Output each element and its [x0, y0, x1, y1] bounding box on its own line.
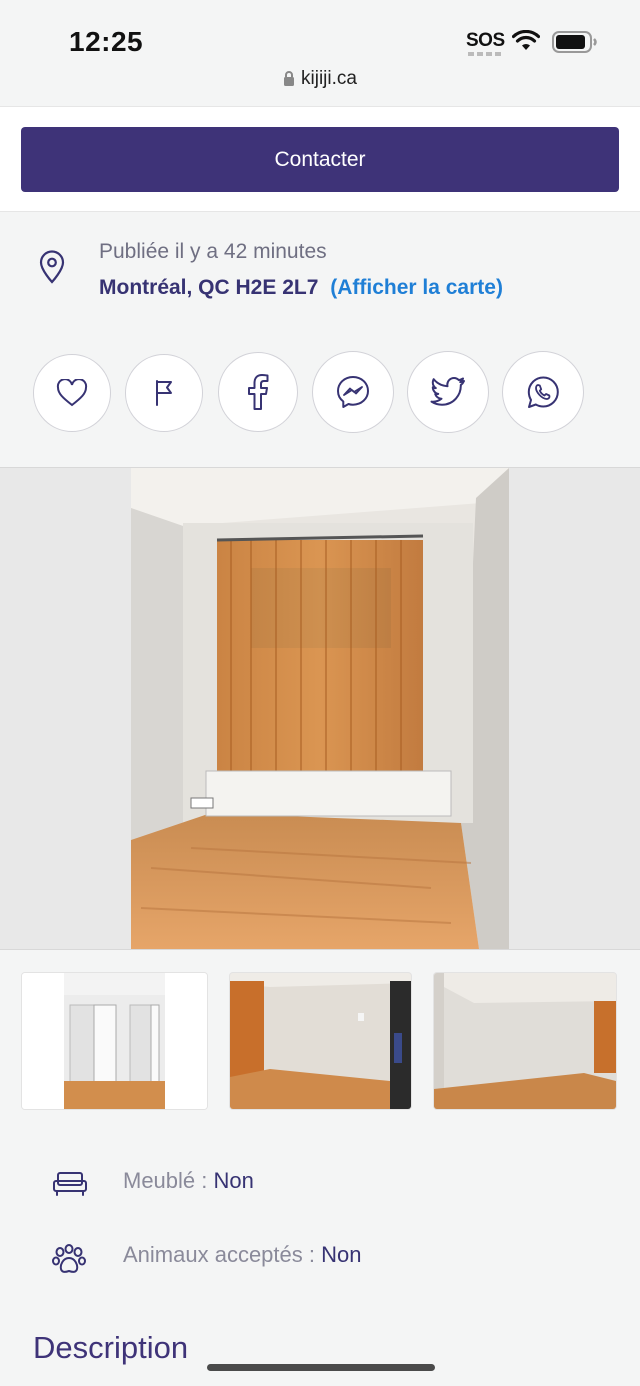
battery-icon	[552, 31, 597, 53]
furnished-value: Non	[213, 1168, 254, 1193]
listing-location: Publiée il y a 42 minutes Montréal, QC H…	[0, 236, 640, 316]
facebook-icon	[248, 374, 269, 410]
main-photo[interactable]	[0, 467, 640, 950]
attribute-furnished: Meublé : Non	[0, 1164, 640, 1204]
favorite-button[interactable]	[33, 354, 111, 432]
description-heading: Description	[33, 1330, 189, 1365]
report-button[interactable]	[125, 354, 203, 432]
pets-text: Animaux acceptés : Non	[123, 1242, 361, 1268]
attribute-pets: Animaux acceptés : Non	[0, 1238, 640, 1278]
room-image	[131, 468, 509, 949]
whatsapp-icon	[527, 376, 559, 408]
contact-card: Contacter	[0, 106, 640, 212]
thumbnail-image-closet	[22, 973, 207, 1109]
paw-icon	[52, 1244, 86, 1273]
contact-button[interactable]: Contacter	[21, 127, 619, 192]
address-bar[interactable]: kijiji.ca	[0, 68, 640, 90]
thumbnail-1[interactable]	[22, 973, 207, 1109]
url-text: kijiji.ca	[301, 68, 357, 89]
share-whatsapp-button[interactable]	[502, 351, 584, 433]
share-twitter-button[interactable]	[407, 351, 489, 433]
room-photo	[131, 468, 509, 949]
wifi-icon	[512, 30, 540, 50]
location-pin-icon	[39, 250, 65, 284]
thumbnail-image-room	[434, 973, 616, 1109]
messenger-icon	[337, 376, 369, 408]
thumbnail-3[interactable]	[434, 973, 616, 1109]
heart-icon	[56, 379, 88, 407]
address-line: Montréal, QC H2E 2L7 (Afficher la carte)	[99, 276, 503, 300]
furnished-text: Meublé : Non	[123, 1168, 254, 1194]
sofa-icon	[53, 1172, 87, 1196]
share-actions	[0, 351, 640, 434]
lock-icon	[284, 71, 295, 86]
pets-value: Non	[321, 1242, 362, 1267]
address-text: Montréal, QC H2E 2L7	[99, 276, 319, 299]
status-bar: 12:25 SOS kijiji.ca	[0, 0, 640, 100]
home-indicator[interactable]	[207, 1364, 435, 1371]
show-map-link[interactable]: (Afficher la carte)	[330, 276, 503, 299]
thumbnail-image-wall	[230, 973, 411, 1109]
share-messenger-button[interactable]	[312, 351, 394, 433]
status-carrier: SOS	[466, 30, 505, 51]
signal-dots-icon	[468, 52, 501, 56]
pets-label: Animaux acceptés :	[123, 1242, 315, 1267]
thumbnail-2[interactable]	[230, 973, 411, 1109]
flag-icon	[156, 380, 172, 406]
twitter-icon	[430, 377, 465, 406]
share-facebook-button[interactable]	[218, 352, 298, 432]
posted-time: Publiée il y a 42 minutes	[99, 240, 327, 263]
status-time: 12:25	[69, 26, 144, 57]
furnished-label: Meublé :	[123, 1168, 208, 1193]
